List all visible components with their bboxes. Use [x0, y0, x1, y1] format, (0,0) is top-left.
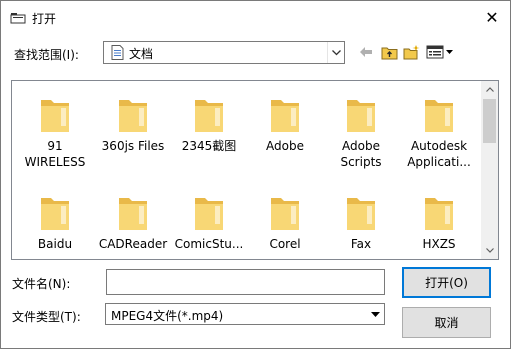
back-button[interactable] — [356, 42, 376, 62]
cancel-button[interactable]: 取消 — [402, 307, 491, 338]
folder-item[interactable]: 2345截图 — [172, 96, 246, 154]
folder-label: 360js Files — [101, 139, 165, 153]
chevron-down-icon — [331, 49, 341, 55]
new-folder-icon — [403, 45, 420, 60]
up-one-level-button[interactable] — [379, 42, 399, 62]
file-type-dropdown[interactable]: MPEG4文件(*.mp4) — [105, 303, 385, 325]
open-button[interactable]: 打开(O) — [402, 267, 491, 298]
view-menu-icon — [426, 45, 453, 59]
file-type-label: 文件类型(T): — [12, 310, 81, 324]
chevron-up-icon — [485, 87, 494, 92]
folder-icon — [347, 100, 375, 132]
folder-icon — [119, 100, 147, 132]
folder-item[interactable]: HXZS — [402, 194, 476, 252]
file-name-input[interactable] — [106, 269, 385, 295]
folder-item[interactable]: 360js Files — [96, 96, 170, 154]
documents-icon — [111, 45, 124, 60]
folder-label: CADReader — [98, 237, 168, 251]
open-file-dialog: 打开 ✕ 查找范围(I): 文档 91 WIRELESS 360js Files… — [0, 0, 511, 349]
vertical-scrollbar[interactable] — [481, 81, 498, 259]
folder-icon — [425, 198, 453, 230]
back-arrow-icon — [360, 47, 372, 57]
folder-item[interactable]: Autodesk Applicati... — [402, 96, 476, 170]
dialog-app-icon — [10, 13, 26, 24]
folder-icon — [195, 198, 223, 230]
look-in-dropdown-button[interactable] — [327, 42, 344, 63]
close-button[interactable]: ✕ — [479, 5, 505, 29]
folder-item[interactable]: ComicStu... — [172, 194, 246, 252]
folder-label: Autodesk Applicati... — [407, 139, 471, 169]
file-list[interactable]: 91 WIRELESS 360js Files 2345截图 Adobe Adobe Scr… — [11, 80, 499, 260]
file-type-value: MPEG4文件(*.mp4) — [111, 309, 224, 323]
folder-icon — [41, 100, 69, 132]
folder-label: HXZS — [422, 237, 456, 251]
chevron-down-icon — [485, 248, 494, 253]
folder-icon — [347, 198, 375, 230]
view-menu-button[interactable] — [425, 42, 455, 62]
folder-label: 91 WIRELESS — [24, 139, 86, 169]
folder-label: Adobe Scripts — [340, 139, 382, 169]
folder-label: Baidu — [37, 237, 73, 251]
scroll-down-button[interactable] — [481, 242, 498, 259]
file-name-label: 文件名(N): — [12, 277, 71, 291]
look-in-value: 文档 — [129, 47, 154, 61]
folder-label: 2345截图 — [181, 139, 237, 153]
folder-icon — [119, 198, 147, 230]
folder-icon — [195, 100, 223, 132]
scroll-thumb[interactable] — [483, 99, 496, 143]
look-in-label: 查找范围(I): — [14, 48, 79, 62]
folder-icon — [271, 198, 299, 230]
folder-item[interactable]: Fax — [324, 194, 398, 252]
folder-item[interactable]: Corel — [248, 194, 322, 252]
folder-item[interactable]: Baidu — [18, 194, 92, 252]
close-icon: ✕ — [485, 7, 499, 27]
folder-item[interactable]: Adobe — [248, 96, 322, 154]
folder-label: ComicStu... — [174, 237, 244, 251]
new-folder-button[interactable] — [402, 42, 422, 62]
folder-item[interactable]: CADReader — [96, 194, 170, 252]
folder-icon — [425, 100, 453, 132]
title-bar: 打开 ✕ — [1, 1, 510, 35]
folder-icon — [271, 100, 299, 132]
dropdown-triangle-icon — [371, 311, 380, 317]
folder-item[interactable]: Adobe Scripts — [324, 96, 398, 170]
dialog-title: 打开 — [32, 12, 57, 26]
scroll-up-button[interactable] — [481, 81, 498, 98]
folder-item[interactable]: 91 WIRELESS — [18, 96, 92, 170]
look-in-dropdown[interactable]: 文档 — [103, 41, 345, 64]
folder-label: Fax — [350, 237, 372, 251]
up-folder-icon — [381, 47, 397, 59]
file-type-dropdown-button[interactable] — [367, 304, 384, 324]
folder-label: Adobe — [266, 139, 304, 153]
folder-label: Corel — [269, 237, 301, 251]
folder-icon — [41, 198, 69, 230]
